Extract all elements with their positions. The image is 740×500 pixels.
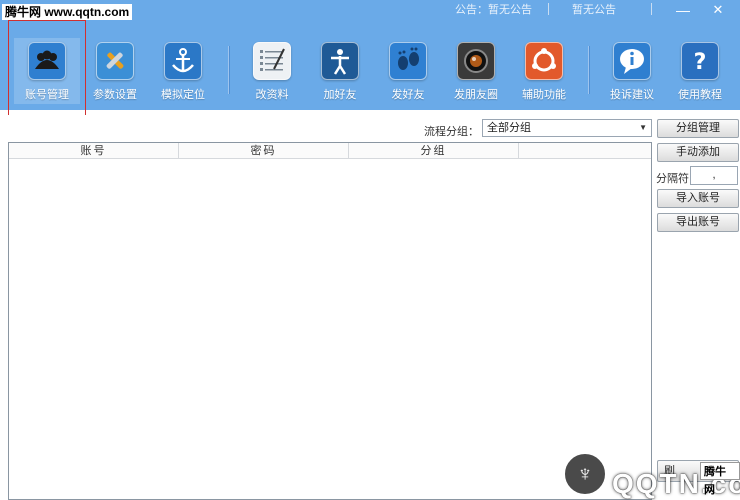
- announcement-text-secondary: 暂无公告: [572, 4, 616, 16]
- camera-icon: [457, 42, 495, 80]
- toolbar-feedback[interactable]: 投诉建议: [599, 38, 665, 104]
- info-bubble-icon: [613, 42, 651, 80]
- toolbar-label: 改资料: [255, 89, 289, 101]
- person-icon: [321, 42, 359, 80]
- toolbar-settings[interactable]: 参数设置: [82, 38, 148, 104]
- minimize-button[interactable]: —: [671, 0, 695, 20]
- toolbar-label: 发好友: [391, 89, 425, 101]
- svg-text:?: ?: [694, 50, 707, 75]
- qqtn-logo: ♆: [563, 452, 607, 496]
- toolbar-label: 模拟定位: [161, 89, 205, 101]
- separator-label: 分隔符: [656, 173, 689, 185]
- toolbar-label: 使用教程: [678, 89, 722, 101]
- toolbar-label: 投诉建议: [610, 89, 654, 101]
- import-accounts-button[interactable]: 导入账号: [657, 189, 739, 208]
- table-header: 账号 密码 分组: [9, 143, 651, 159]
- wrench-icon: [96, 42, 134, 80]
- column-header-password[interactable]: 密码: [179, 143, 349, 159]
- qqtn-watermark-badge: 腾牛网: [700, 462, 740, 496]
- column-header-group[interactable]: 分组: [349, 143, 519, 159]
- toolbar-label: 参数设置: [93, 89, 137, 101]
- toolbar-label: 发朋友圈: [454, 89, 498, 101]
- toolbar-label: 账号管理: [25, 89, 69, 101]
- chevron-down-icon: ▼: [639, 123, 647, 132]
- toolbar-assist-functions[interactable]: 辅助功能: [511, 38, 577, 104]
- toolbar-label: 加好友: [323, 89, 357, 101]
- title-divider: [651, 3, 652, 15]
- group-manage-button[interactable]: 分组管理: [657, 119, 739, 138]
- toolbar-divider: [228, 46, 230, 94]
- title-divider: [548, 3, 549, 15]
- toolbar-post-moments[interactable]: 发朋友圈: [443, 38, 509, 104]
- export-accounts-button[interactable]: 导出账号: [657, 213, 739, 232]
- toolbar-tutorial[interactable]: ? 使用教程: [667, 38, 733, 104]
- close-button[interactable]: ✕: [701, 0, 735, 20]
- anchor-icon: [164, 42, 202, 80]
- toolbar-account-manage[interactable]: 账号管理: [14, 38, 80, 104]
- separator-input[interactable]: ,: [690, 166, 738, 185]
- help-icon: ?: [681, 42, 719, 80]
- toolbar-send-friend[interactable]: 发好友: [375, 38, 441, 104]
- footprints-icon: [389, 42, 427, 80]
- checklist-icon: [253, 42, 291, 80]
- toolbar-edit-profile[interactable]: 改资料: [239, 38, 305, 104]
- site-watermark: 腾牛网 www.qqtn.com: [2, 4, 133, 20]
- ubuntu-icon: [525, 42, 563, 80]
- toolbar-divider: [588, 46, 590, 94]
- column-header-account[interactable]: 账号: [9, 143, 179, 159]
- manual-add-button[interactable]: 手动添加: [657, 143, 739, 162]
- accounts-table[interactable]: 账号 密码 分组: [8, 142, 652, 500]
- users-icon: [28, 42, 66, 80]
- group-filter-label: 流程分组：: [424, 126, 479, 138]
- toolbar-label: 辅助功能: [522, 89, 566, 101]
- group-filter-select[interactable]: 全部分组 ▼: [482, 119, 652, 137]
- group-filter-value: 全部分组: [487, 122, 531, 134]
- announcement-text: 公告：暂无公告: [455, 4, 532, 16]
- toolbar-simulate-location[interactable]: 模拟定位: [150, 38, 216, 104]
- toolbar-add-friend[interactable]: 加好友: [307, 38, 373, 104]
